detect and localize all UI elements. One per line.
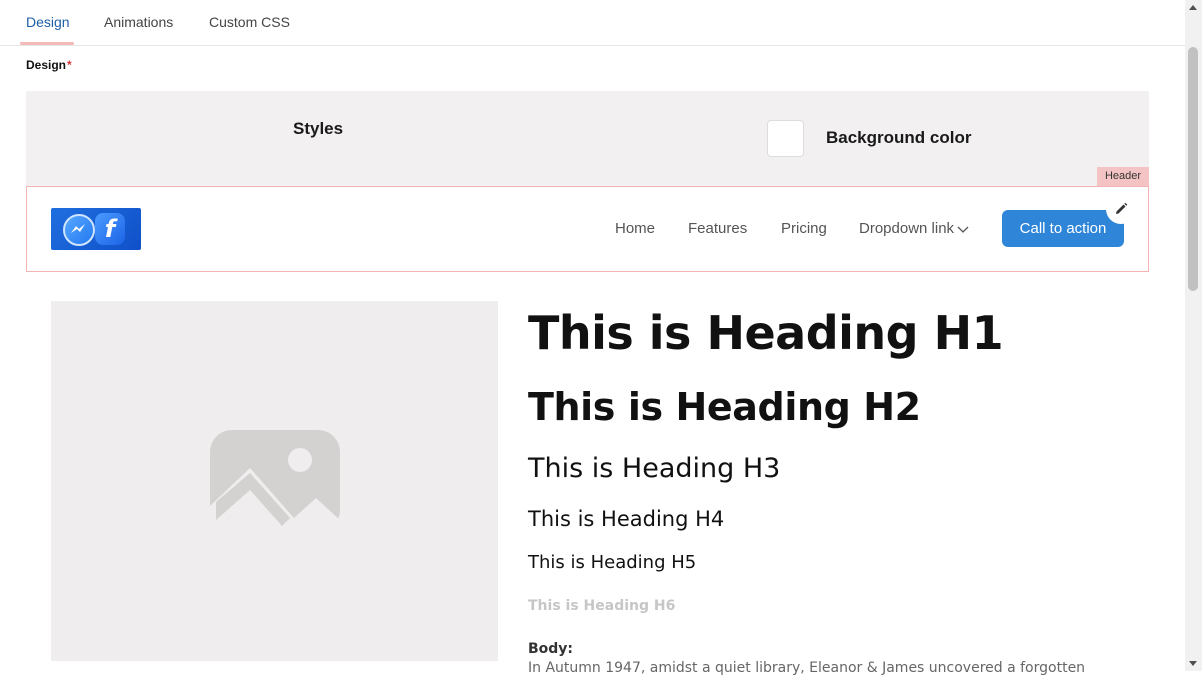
pencil-icon xyxy=(1116,202,1128,214)
header-preview[interactable]: f Home Features Pricing Dropdown link Ca… xyxy=(26,186,1149,272)
heading-h3: This is Heading H3 xyxy=(528,453,781,484)
scroll-up-icon[interactable] xyxy=(1189,5,1197,10)
styles-title: Styles xyxy=(293,119,344,138)
vertical-scrollbar[interactable] xyxy=(1185,0,1202,671)
scrollbar-thumb[interactable] xyxy=(1188,47,1198,291)
heading-h2: This is Heading H2 xyxy=(528,385,921,429)
nav-home[interactable]: Home xyxy=(615,220,655,237)
heading-h6: This is Heading H6 xyxy=(528,598,676,614)
tab-animations[interactable]: Animations xyxy=(104,0,173,45)
tab-custom-css[interactable]: Custom CSS xyxy=(209,0,290,45)
background-color-label: Background color xyxy=(826,128,972,147)
tab-design[interactable]: Design xyxy=(26,0,70,45)
body-label: Body: xyxy=(528,641,574,657)
nav-dropdown[interactable]: Dropdown link xyxy=(859,220,969,238)
design-section-label: Design* xyxy=(26,58,72,72)
header-badge: Header xyxy=(1097,167,1149,186)
heading-h1: This is Heading H1 xyxy=(528,306,1004,360)
active-tab-indicator xyxy=(20,42,74,45)
heading-h5: This is Heading H5 xyxy=(528,552,697,573)
nav-features[interactable]: Features xyxy=(688,220,747,237)
site-logo: f xyxy=(51,208,141,250)
messenger-icon xyxy=(63,214,95,246)
facebook-icon: f xyxy=(95,213,125,245)
styles-panel: Styles Background color xyxy=(26,91,1149,187)
call-to-action-button[interactable]: Call to action xyxy=(1002,210,1124,247)
chevron-down-icon xyxy=(957,221,969,238)
nav-dropdown-label: Dropdown link xyxy=(859,220,955,237)
image-icon xyxy=(210,430,340,532)
tab-bar: Design Animations Custom CSS xyxy=(0,0,1185,46)
image-placeholder[interactable] xyxy=(51,301,498,661)
design-label-text: Design xyxy=(26,58,67,72)
body-text: In Autumn 1947, amidst a quiet library, … xyxy=(528,660,1086,676)
heading-h4: This is Heading H4 xyxy=(528,507,725,531)
nav-pricing[interactable]: Pricing xyxy=(781,220,827,237)
background-color-swatch[interactable] xyxy=(767,120,804,157)
scroll-down-icon[interactable] xyxy=(1189,661,1197,666)
required-mark: * xyxy=(67,58,72,72)
edit-header-button[interactable] xyxy=(1106,194,1136,224)
